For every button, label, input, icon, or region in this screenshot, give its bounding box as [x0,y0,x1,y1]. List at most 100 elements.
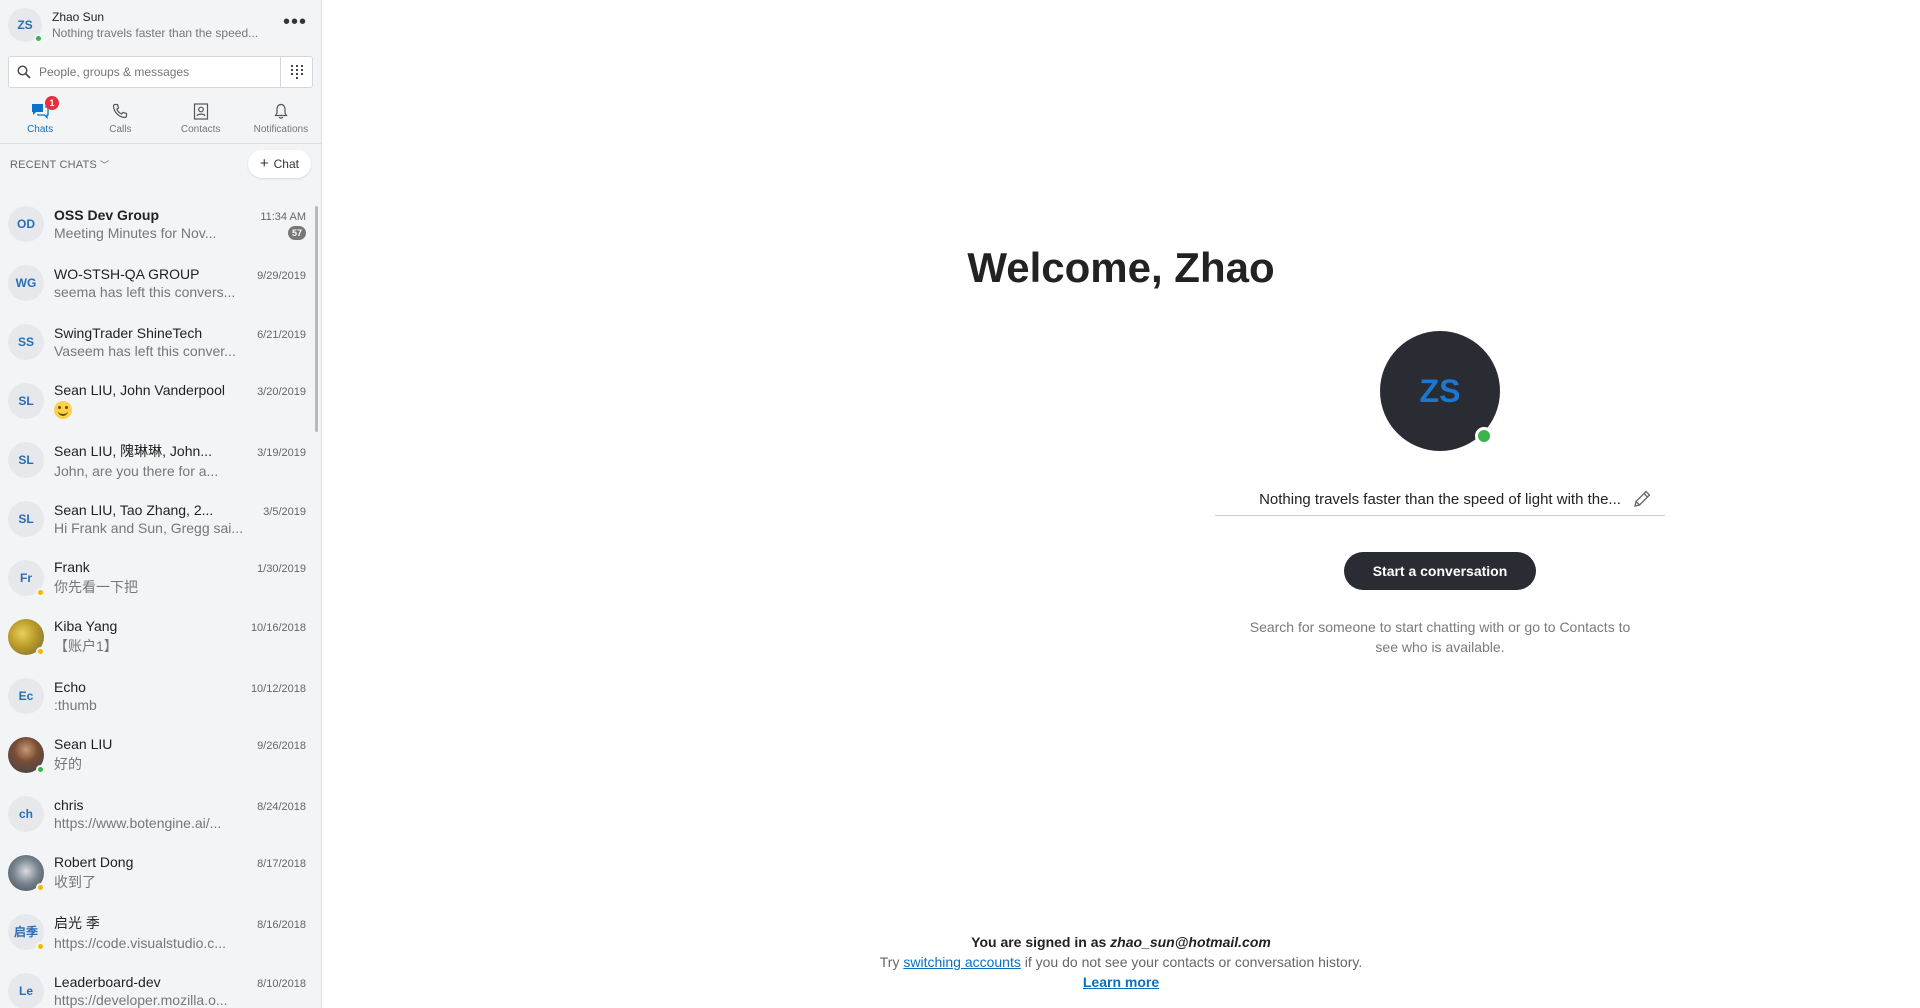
learn-more-link[interactable]: Learn more [1083,974,1159,990]
unread-badge: 1 [45,96,59,110]
chat-item[interactable]: SL Sean LIU, 隗琳琳, John... 3/19/2019 John,… [0,430,316,489]
chat-item[interactable]: 启季 启光 季 8/16/2018 https://code.visualstud… [0,902,316,961]
chat-time: 3/20/2019 [257,386,306,399]
avatar: OD [8,205,44,242]
recent-chats-filter[interactable]: RECENT CHATS ﹀ [10,155,109,173]
chat-preview: https://code.visualstudio.c... [54,934,226,951]
hint-text: Search for someone to start chatting wit… [1249,619,1631,655]
chat-preview: Meeting Minutes for Nov... [54,224,217,241]
dialpad-icon[interactable] [280,57,312,87]
chat-item[interactable]: Kiba Yang 10/16/2018 【账户1】 [0,607,316,666]
chat-item[interactable]: SS SwingTrader ShineTech 6/21/2019 Vaseem… [0,312,316,371]
avatar-initials: 启季 [13,925,38,939]
avatar: SL [8,382,44,419]
profile-initials: ZS [17,18,33,32]
chat-item[interactable]: Sean LIU 9/26/2018 好的 [0,725,316,784]
skype-window: ZS Zhao Sun Nothing travels faster than … [0,0,1920,1008]
chat-name: WO-STSH-QA GROUP [54,265,200,282]
pencil-icon[interactable] [1631,488,1653,515]
chat-name: Sean LIU [54,735,113,752]
try-label: Try [879,954,900,970]
avatar-initials: ch [18,806,33,821]
chevron-down-icon: ﹀ [99,160,109,170]
chat-name: Leaderboard-dev [54,973,161,990]
smile-emoji-icon [54,400,72,419]
chat-time: 11:34 AM [260,210,306,223]
search-input[interactable] [39,65,280,79]
presence-online-icon [34,34,43,43]
avatar-initials: Le [18,983,33,998]
phone-icon [112,100,128,122]
presence-away-icon [36,646,45,656]
sidebar: ZS Zhao Sun Nothing travels faster than … [0,0,322,1008]
chat-preview: 【账户1】 [54,637,118,654]
avatar-photo [8,618,45,656]
avatar-initials: SL [18,511,34,526]
chat-body: Sean LIU, Tao Zhang, 2... 3/5/2019 Hi Fra… [54,502,306,536]
bell-icon [273,100,289,122]
chat-time: 10/12/2018 [250,682,306,695]
presence-away-icon [36,587,45,597]
chat-item[interactable]: Fr Frank 1/30/2019 你先看一下把 [0,548,316,607]
chat-preview [54,400,72,419]
tab-calls[interactable]: Calls [80,92,160,143]
chat-item[interactable]: Ec Echo 10/12/2018 :thumb [0,666,316,725]
profile-avatar[interactable]: ZS [8,8,43,43]
search-box[interactable] [8,56,313,88]
chat-name: Sean LIU, 隗琳琳, John... [54,442,212,459]
chat-name: SwingTrader ShineTech [54,324,203,341]
profile-avatar-large[interactable]: ZS [1380,331,1500,451]
avatar-initials: Fr [20,570,32,585]
chat-time: 8/10/2018 [257,977,306,990]
chat-time: 9/26/2018 [257,739,306,752]
search-icon [9,65,39,79]
recent-chats-header: RECENT CHATS ﹀ + Chat [0,144,321,184]
avatar-initials: OD [17,216,35,231]
chat-time: 8/17/2018 [257,857,306,870]
start-conversation-button[interactable]: Start a conversation [1344,552,1536,590]
tab-notifications[interactable]: Notifications [241,92,321,143]
chat-item[interactable]: SL Sean LIU, John Vanderpool 3/20/2019 [0,371,316,430]
signed-in-line: You are signed in as zhao_sun@hotmail.co… [322,932,1920,952]
avatar: Le [8,972,44,1008]
avatar-initials: ZS [1419,372,1461,409]
chat-item[interactable]: SL Sean LIU, Tao Zhang, 2... 3/5/2019 Hi … [0,489,316,548]
tab-chats[interactable]: 1 Chats [0,92,80,143]
chat-preview: 你先看一下把 [54,578,138,595]
chat-time: 3/19/2019 [257,446,306,459]
avatar-photo [8,736,45,774]
chat-item[interactable]: Le Leaderboard-dev 8/10/2018 https://deve… [0,961,316,1008]
chat-item[interactable]: WG WO-STSH-QA GROUP 9/29/2019 seema has l… [0,253,316,312]
chat-name: OSS Dev Group [54,206,160,223]
chat-body: Kiba Yang 10/16/2018 【账户1】 [54,618,306,656]
chat-preview: 收到了 [54,873,96,890]
chat-item[interactable]: OD OSS Dev Group 11:34 AM Meeting Minutes… [0,194,316,253]
avatar: SL [8,500,44,537]
more-options-icon[interactable]: ••• [283,12,307,32]
chat-list-scrollbar[interactable] [315,206,318,432]
chat-body: WO-STSH-QA GROUP 9/29/2019 seema has left… [54,266,306,300]
profile-header[interactable]: ZS Zhao Sun Nothing travels faster than … [0,0,321,50]
presence-online-icon [36,764,45,774]
chat-time: 8/16/2018 [257,918,306,931]
profile-mood: Nothing travels faster than the speed... [52,26,259,40]
chat-body: 启光 季 8/16/2018 https://code.visualstudio.… [54,913,306,951]
unread-count-badge: 57 [288,225,306,240]
chat-body: SwingTrader ShineTech 6/21/2019 Vaseem ha… [54,325,306,359]
tab-contacts[interactable]: Contacts [161,92,241,143]
mood-message-field[interactable]: Nothing travels faster than the speed of… [1215,484,1665,516]
avatar: ch [8,795,44,832]
chat-body: Robert Dong 8/17/2018 收到了 [54,854,306,892]
tab-label: Contacts [180,124,221,135]
chat-body: Frank 1/30/2019 你先看一下把 [54,559,306,597]
chat-body: Leaderboard-dev 8/10/2018 https://develop… [54,974,306,1008]
chat-body: OSS Dev Group 11:34 AM Meeting Minutes fo… [54,207,306,241]
chat-item[interactable]: Robert Dong 8/17/2018 收到了 [0,843,316,902]
switching-accounts-link[interactable]: switching accounts [903,954,1021,970]
avatar: 启季 [8,913,45,951]
new-chat-label: Chat [273,157,299,171]
chat-item[interactable]: ch chris 8/24/2018 https://www.botengine.… [0,784,316,843]
avatar-initials: SL [18,452,34,467]
chat-body: Sean LIU, 隗琳琳, John... 3/19/2019 John, ar… [54,441,306,479]
new-chat-button[interactable]: + Chat [247,150,311,178]
